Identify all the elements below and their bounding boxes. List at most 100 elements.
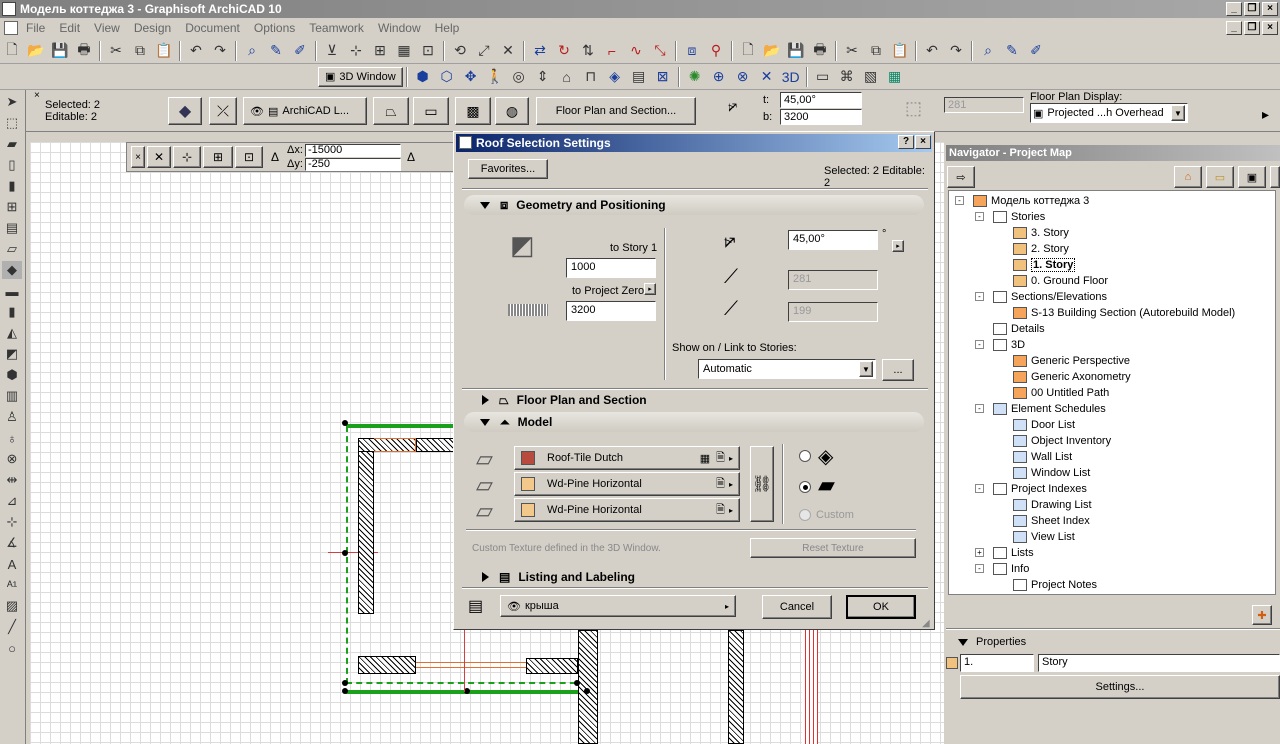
wall-top[interactable] — [416, 438, 456, 452]
print-icon[interactable]: 🖶 — [73, 40, 95, 62]
open-icon[interactable]: 📂 — [25, 40, 47, 62]
floor-display-icon[interactable]: ▭ — [413, 97, 449, 125]
angle-toggle-icon[interactable]: ▸ — [892, 240, 904, 252]
photo-icon[interactable]: ⌘ — [836, 66, 858, 88]
zone-tool-icon[interactable]: ⬢ — [2, 366, 22, 384]
copy2-icon[interactable]: ⧉ — [865, 40, 887, 62]
gravity-icon[interactable]: ⊻ — [321, 40, 343, 62]
selection-handle[interactable] — [342, 680, 348, 686]
3d-box-icon[interactable]: ⬢ — [412, 66, 434, 88]
menu-document[interactable]: Document — [185, 21, 240, 35]
layer-icon[interactable]: ▦ — [393, 40, 415, 62]
new-icon[interactable]: 🗋 — [1, 40, 23, 62]
menu-options[interactable]: Options — [254, 21, 295, 35]
floor-plan-panel-header[interactable]: ⏢ Floor Plan and Section — [464, 392, 924, 408]
fit-icon[interactable]: ⤢ — [473, 40, 495, 62]
settings-button[interactable]: Settings... — [960, 675, 1280, 699]
show-on-select[interactable]: Automatic ▼ — [698, 359, 876, 379]
material-icon[interactable]: ▩ — [455, 97, 491, 125]
cancel-button[interactable]: Cancel — [762, 595, 832, 619]
snap-icon[interactable]: ⊹ — [345, 40, 367, 62]
tree-item[interactable]: Sections/Elevations — [993, 289, 1107, 305]
save2-icon[interactable]: 💾 — [785, 40, 807, 62]
3d-text-icon[interactable]: 3D — [780, 66, 802, 88]
wall-left[interactable] — [358, 438, 374, 614]
dimension-tool-icon[interactable]: ⇹ — [2, 471, 22, 489]
menu-teamwork[interactable]: Teamwork — [309, 21, 364, 35]
wall-far-right[interactable] — [728, 630, 744, 744]
angle-dim-icon[interactable]: ∡ — [2, 534, 22, 552]
tree-item[interactable]: Sheet Index — [1013, 513, 1090, 529]
find2-icon[interactable]: ⌕ — [977, 40, 999, 62]
ok-button[interactable]: OK — [846, 595, 916, 619]
rotate-icon[interactable]: ↻ — [553, 40, 575, 62]
coord-relative-icon[interactable]: ⊡ — [235, 146, 263, 168]
grid-snap-icon[interactable]: ⊞ — [369, 40, 391, 62]
chevron-down-icon[interactable]: ▼ — [859, 361, 873, 377]
tree-item[interactable]: View List — [1013, 529, 1075, 545]
selection-handle[interactable] — [584, 688, 590, 694]
window-tool-icon[interactable]: ▮ — [2, 177, 22, 195]
pickup2-icon[interactable]: ✎ — [1001, 40, 1023, 62]
radial-dim-icon[interactable]: ⊹ — [2, 513, 22, 531]
3d-select-icon[interactable]: ⬡ — [436, 66, 458, 88]
stories-more-button[interactable]: ... — [882, 359, 914, 381]
doc-close-button[interactable]: × — [1262, 21, 1278, 35]
geometry-panel-header[interactable]: ⧈ Geometry and Positioning — [464, 195, 924, 215]
layer-selector[interactable]: 👁 ▤ ArchiCAD L... — [243, 97, 367, 125]
app-icon[interactable] — [2, 2, 16, 16]
render2-icon[interactable]: ▧ — [860, 66, 882, 88]
dialog-close-button[interactable]: × — [915, 135, 931, 149]
expanded-triangle-icon[interactable] — [958, 638, 968, 646]
line-tool-icon[interactable]: ╱ — [2, 618, 22, 636]
tree-item[interactable]: Lists — [993, 545, 1034, 561]
menu-design[interactable]: Design — [134, 21, 171, 35]
dx-input[interactable]: -15000 — [305, 143, 401, 157]
material-edge-select[interactable]: Wd-Pine Horizontal 🗎 ▸ — [514, 498, 740, 522]
tree-item[interactable]: Details — [993, 321, 1045, 337]
level-tool-icon[interactable]: ⊿ — [2, 492, 22, 510]
material-top-select[interactable]: Roof-Tile Dutch ▦ 🗎 ▸ — [514, 446, 740, 470]
drag-icon[interactable]: ⇄ — [529, 40, 551, 62]
doc-minimize-button[interactable]: _ — [1226, 21, 1242, 35]
chevron-down-icon[interactable]: ▼ — [1171, 105, 1185, 121]
wall-tool-icon[interactable]: ▰ — [2, 135, 22, 153]
wall-red[interactable] — [802, 630, 818, 744]
minimize-button[interactable]: _ — [1226, 2, 1242, 16]
mirror-icon[interactable]: ⇅ — [577, 40, 599, 62]
render-icon[interactable]: ◈ — [604, 66, 626, 88]
tree-item[interactable]: 00 Untitled Path — [1013, 385, 1109, 401]
tree-item[interactable]: Модель коттеджа 3 — [973, 193, 1089, 209]
undo-icon[interactable]: ↶ — [185, 40, 207, 62]
skylight-tool-icon[interactable]: ⊗ — [2, 450, 22, 468]
mesh-tool-icon[interactable]: ◭ — [2, 324, 22, 342]
walk-icon[interactable]: 🚶 — [484, 66, 506, 88]
rebuild-icon[interactable]: ⟲ — [449, 40, 471, 62]
favorites-button[interactable]: Favorites... — [468, 159, 548, 179]
view-map-icon[interactable]: ▭ — [1206, 166, 1234, 188]
open2-icon[interactable]: 📂 — [761, 40, 783, 62]
tree-item[interactable]: Element Schedules — [993, 401, 1106, 417]
column-tool-icon[interactable]: ▮ — [2, 303, 22, 321]
tree-item[interactable]: Project Indexes — [993, 481, 1087, 497]
menu-file[interactable]: File — [26, 21, 45, 35]
beam-tool-icon[interactable]: ▬ — [2, 282, 22, 300]
edge-vertical-radio[interactable] — [799, 450, 811, 462]
label-tool-icon[interactable]: ᴬ¹ — [2, 576, 22, 594]
info-scroll-icon[interactable]: ▸ — [1262, 106, 1269, 123]
info-box-close-icon[interactable]: × — [34, 91, 43, 101]
window-opening-bottom[interactable] — [416, 662, 526, 668]
collapsed-triangle-icon[interactable] — [482, 572, 489, 582]
close-button[interactable]: × — [1262, 2, 1278, 16]
tree-item[interactable]: S-13 Building Section (Autorebuild Model… — [1013, 305, 1235, 321]
wall-bottom-right[interactable] — [526, 658, 578, 674]
floor-plan-display-select[interactable]: ▣ Projected ...h Overhead ▼ — [1030, 103, 1188, 123]
door-tool-icon[interactable]: ▯ — [2, 156, 22, 174]
offset-icon[interactable]: ∿ — [625, 40, 647, 62]
floor-plan-section-button[interactable]: Floor Plan and Section... — [536, 97, 696, 125]
cut-icon[interactable]: ✂ — [105, 40, 127, 62]
angle-input[interactable]: 45,00° — [780, 92, 862, 108]
save-icon[interactable]: 💾 — [49, 40, 71, 62]
expanded-triangle-icon[interactable] — [480, 418, 490, 426]
roof-tool-active-icon[interactable]: ◆ — [2, 261, 22, 279]
